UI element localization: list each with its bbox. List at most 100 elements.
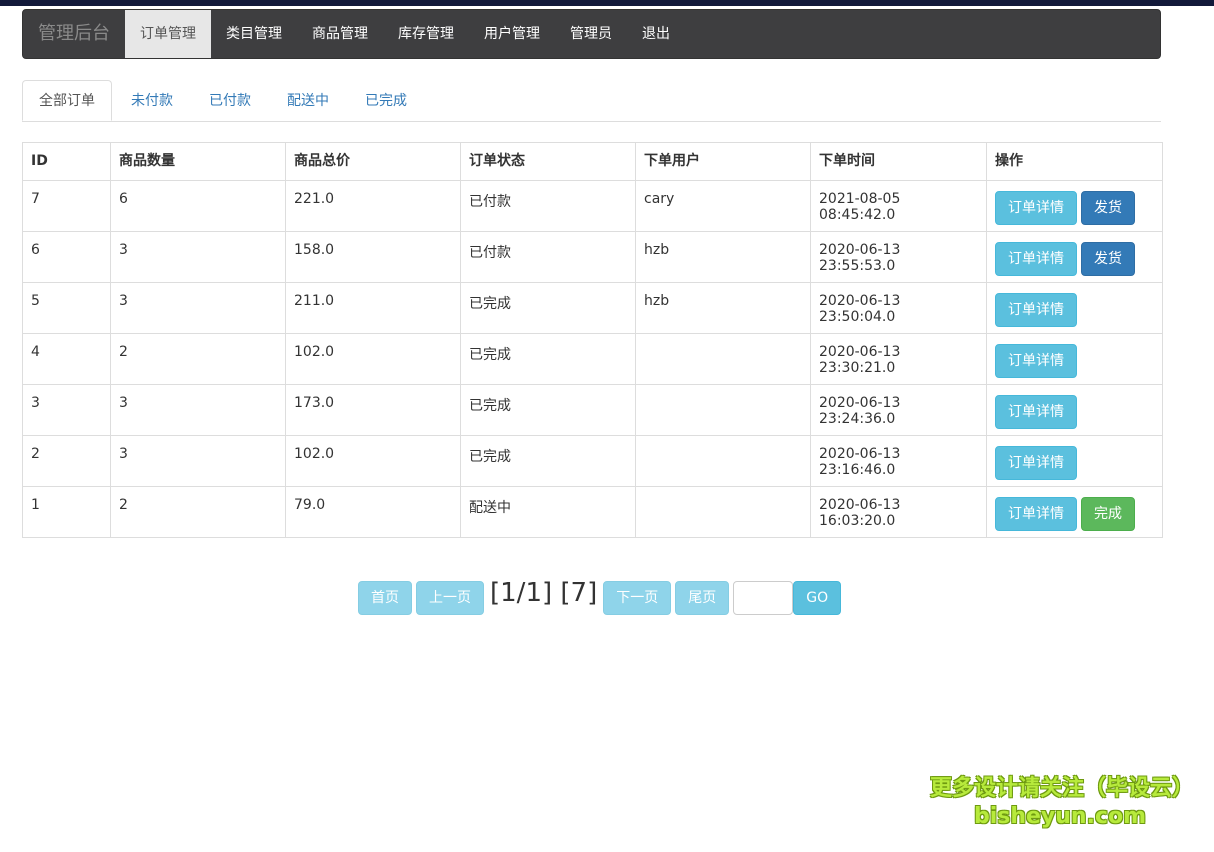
user-cell: hzb (635, 282, 811, 334)
quantity-cell: 3 (110, 282, 286, 334)
time-cell: 2020-06-13 23:30:21.0 (810, 333, 987, 385)
quantity-cell: 3 (110, 435, 286, 487)
order-id-cell: 5 (22, 282, 111, 334)
user-cell (635, 486, 811, 538)
total-price-cell: 221.0 (285, 180, 461, 232)
ship-button[interactable]: 发货 (1081, 242, 1135, 276)
user-cell (635, 384, 811, 436)
table-row: 6 3 158.0 已付款 hzb 2020-06-13 23:55:53.0 订单详情 发货 (22, 231, 1163, 283)
watermark-line2: bisheyun.com (973, 804, 1147, 829)
quantity-cell: 3 (110, 231, 286, 283)
user-cell (635, 333, 811, 385)
time-cell: 2020-06-13 23:55:53.0 (810, 231, 987, 283)
column-header: 商品总价 (285, 142, 461, 181)
user-cell (635, 435, 811, 487)
order-detail-button[interactable]: 订单详情 (995, 293, 1077, 327)
status-cell: 已付款 (460, 231, 636, 283)
prev-page-button[interactable]: 上一页 (416, 581, 484, 615)
status-cell: 已完成 (460, 384, 636, 436)
table-row: 3 3 173.0 已完成 2020-06-13 23:24:36.0 订单详情 (22, 384, 1163, 436)
order-status-tabs: 全部订单 未付款 已付款 配送中 已完成 (22, 80, 1161, 122)
table-header-row: ID 商品数量 商品总价 订单状态 下单用户 下单时间 操作 (22, 142, 1163, 181)
tab-0[interactable]: 全部订单 (22, 80, 112, 121)
table-row: 1 2 79.0 配送中 2020-06-13 16:03:20.0 订单详情 完成 (22, 486, 1163, 538)
page-info: [1/1] [7] (490, 578, 598, 608)
last-page-button[interactable]: 尾页 (675, 581, 730, 615)
brand-title[interactable]: 管理后台 (23, 10, 125, 58)
status-cell: 已完成 (460, 282, 636, 334)
order-detail-button[interactable]: 订单详情 (995, 242, 1077, 276)
order-detail-button[interactable]: 订单详情 (995, 191, 1077, 225)
actions-cell: 订单详情 发货 (986, 231, 1163, 283)
column-header: 下单用户 (635, 142, 811, 181)
ship-button[interactable]: 发货 (1081, 191, 1135, 225)
order-detail-button[interactable]: 订单详情 (995, 395, 1077, 429)
tab-1[interactable]: 未付款 (114, 80, 190, 121)
table-row: 2 3 102.0 已完成 2020-06-13 23:16:46.0 订单详情 (22, 435, 1163, 487)
column-header: 下单时间 (810, 142, 987, 181)
column-header: 订单状态 (460, 142, 636, 181)
column-header: 操作 (986, 142, 1163, 181)
actions-cell: 订单详情 (986, 333, 1163, 385)
column-header: ID (22, 142, 111, 181)
orders-table: ID 商品数量 商品总价 订单状态 下单用户 下单时间 操作 7 6 221.0 已付款 cary 2… (22, 142, 1163, 538)
watermark: 更多设计请关注（毕设云） bisheyun.com (930, 775, 1195, 831)
first-page-button[interactable]: 首页 (358, 581, 412, 615)
go-button[interactable]: GO (793, 581, 842, 615)
order-id-cell: 1 (22, 486, 111, 538)
nav-item-4[interactable]: 用户管理 (469, 10, 555, 58)
table-body: 7 6 221.0 已付款 cary 2021-08-05 08:45:42.0 订单详情发… (22, 180, 1163, 538)
time-cell: 2020-06-13 16:03:20.0 (810, 486, 987, 538)
quantity-cell: 6 (110, 180, 286, 232)
user-cell: hzb (635, 231, 811, 283)
order-detail-button[interactable]: 订单详情 (995, 446, 1077, 480)
nav-item-3[interactable]: 库存管理 (383, 10, 469, 58)
tab-2[interactable]: 已付款 (192, 80, 268, 121)
nav-item-5[interactable]: 管理员 (555, 10, 627, 58)
actions-cell: 订单详情 (986, 435, 1163, 487)
time-cell: 2020-06-13 23:50:04.0 (810, 282, 987, 334)
next-page-button[interactable]: 下一页 (603, 581, 672, 615)
quantity-cell: 2 (110, 486, 286, 538)
status-cell: 配送中 (460, 486, 636, 538)
pagination: 首页 上一页 [1/1] [7] 下一页 尾页 GO (358, 578, 842, 618)
time-cell: 2021-08-05 08:45:42.0 (810, 180, 987, 232)
actions-cell: 订单详情 (986, 282, 1163, 334)
page-number-input[interactable] (733, 581, 794, 615)
order-id-cell: 6 (22, 231, 111, 283)
time-cell: 2020-06-13 23:16:46.0 (810, 435, 987, 487)
status-cell: 已完成 (460, 435, 636, 487)
actions-cell: 订单详情 (986, 384, 1163, 436)
actions-cell: 订单详情 发货 (986, 180, 1163, 232)
nav-item-6[interactable]: 退出 (627, 10, 685, 58)
order-detail-button[interactable]: 订单详情 (995, 497, 1077, 531)
total-price-cell: 211.0 (285, 282, 461, 334)
tab-3[interactable]: 配送中 (270, 80, 346, 121)
nav-item-2[interactable]: 商品管理 (297, 10, 383, 58)
nav-item-1[interactable]: 类目管理 (211, 10, 297, 58)
order-detail-button[interactable]: 订单详情 (995, 344, 1077, 378)
order-id-cell: 2 (22, 435, 111, 487)
time-cell: 2020-06-13 23:24:36.0 (810, 384, 987, 436)
total-price-cell: 102.0 (285, 333, 461, 385)
status-cell: 已付款 (460, 180, 636, 232)
top-strip (0, 0, 1214, 6)
column-header: 商品数量 (110, 142, 286, 181)
quantity-cell: 3 (110, 384, 286, 436)
total-price-cell: 102.0 (285, 435, 461, 487)
table-row: 7 6 221.0 已付款 cary 2021-08-05 08:45:42.0 订单详情发… (22, 180, 1163, 232)
table-row: 5 3 211.0 已完成 hzb 2020-06-13 23:50:04.0 订单详情 (22, 282, 1163, 334)
nav-item-0[interactable]: 订单管理 (125, 10, 211, 58)
watermark-line1: 更多设计请关注（毕设云） (930, 776, 1195, 801)
quantity-cell: 2 (110, 333, 286, 385)
status-cell: 已完成 (460, 333, 636, 385)
total-price-cell: 79.0 (285, 486, 461, 538)
user-cell: cary (635, 180, 811, 232)
complete-button[interactable]: 完成 (1081, 497, 1135, 531)
actions-cell: 订单详情 完成 (986, 486, 1163, 538)
order-id-cell: 4 (22, 333, 111, 385)
tab-4[interactable]: 已完成 (348, 80, 424, 121)
order-id-cell: 7 (22, 180, 111, 232)
table-row: 4 2 102.0 已完成 2020-06-13 23:30:21.0 订单详情 (22, 333, 1163, 385)
total-price-cell: 173.0 (285, 384, 461, 436)
